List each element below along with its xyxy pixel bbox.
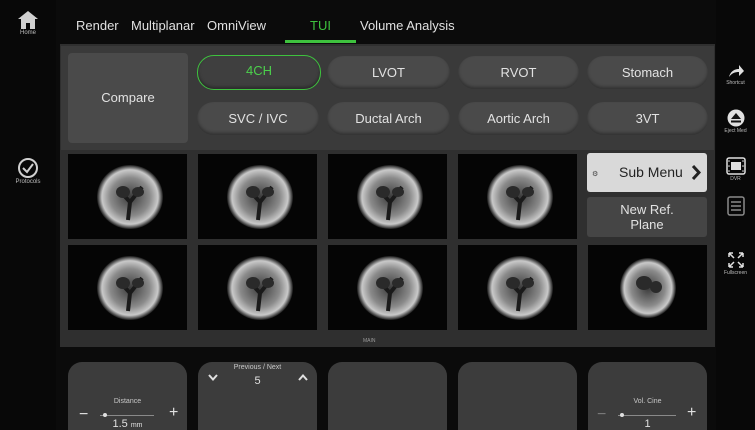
tab-render[interactable]: Render (76, 18, 119, 33)
plane-ductal-arch-button[interactable]: Ductal Arch (327, 102, 450, 135)
chevron-right-icon (691, 165, 701, 180)
fullscreen-button[interactable]: Fullscreen (716, 251, 755, 276)
main-label: MAIN (363, 338, 376, 344)
eject-icon (727, 109, 744, 127)
vol-cine-control[interactable]: Vol. Cine − + 1 (588, 362, 707, 430)
ultrasound-image[interactable] (68, 154, 187, 239)
active-tab-indicator (285, 40, 356, 43)
arrow-forward-icon (728, 65, 744, 77)
new-ref-plane-button[interactable]: New Ref. Plane (587, 197, 707, 237)
ultrasound-image[interactable] (198, 245, 317, 330)
sub-menu-label: Sub Menu (619, 164, 683, 180)
previous-next-control[interactable]: Previous / Next 5 (198, 362, 317, 430)
compare-button[interactable]: Compare (68, 53, 188, 143)
settings-icon: ⚙ (592, 171, 599, 178)
home-icon (18, 11, 38, 29)
shortcut-label: Shortcut (726, 80, 745, 86)
tab-multiplanar[interactable]: Multiplanar (131, 18, 195, 33)
fullscreen-label: Fullscreen (723, 270, 748, 276)
tab-omniview[interactable]: OmniView (207, 18, 266, 33)
distance-slider-track[interactable] (100, 415, 154, 416)
eject-button[interactable]: Eject Med (716, 109, 755, 134)
ultrasound-image[interactable] (588, 245, 707, 330)
ultrasound-image[interactable] (458, 245, 577, 330)
previous-next-label: Previous / Next (233, 364, 282, 371)
vol-cine-slider-track[interactable] (618, 415, 676, 416)
ultrasound-image[interactable] (328, 245, 447, 330)
sub-menu-button[interactable]: ⚙ Sub Menu (587, 153, 707, 192)
tab-volume-analysis[interactable]: Volume Analysis (360, 18, 455, 33)
ultrasound-image[interactable] (458, 154, 577, 239)
dvr-button[interactable]: DVR (716, 157, 755, 182)
film-icon (725, 157, 746, 175)
plane-aortic-arch-button[interactable]: Aortic Arch (458, 102, 579, 135)
right-rail: Shortcut Eject Med DVR Fullscreen (716, 0, 755, 430)
tgc-button[interactable] (716, 196, 755, 217)
plane-3vt-button[interactable]: 3VT (587, 102, 708, 135)
plane-stomach-button[interactable]: Stomach (587, 56, 708, 89)
tab-tui[interactable]: TUI (310, 18, 331, 33)
home-button[interactable]: Home (0, 10, 56, 36)
eject-label: Eject Med (724, 128, 747, 134)
empty-control-slot (328, 362, 447, 430)
home-label: Home (19, 30, 36, 36)
fullscreen-icon (727, 252, 744, 268)
protocols-button[interactable]: Protocols (0, 157, 56, 185)
plane-4ch-button[interactable]: 4CH (197, 55, 321, 90)
check-circle-icon (18, 158, 38, 178)
new-ref-line2: Plane (630, 217, 664, 232)
ultrasound-image[interactable] (68, 245, 187, 330)
plane-svc-ivc-button[interactable]: SVC / IVC (197, 102, 319, 135)
plane-rvot-button[interactable]: RVOT (458, 56, 579, 89)
vol-cine-value: 1 (644, 418, 651, 430)
distance-slider-thumb[interactable] (103, 413, 107, 417)
empty-control-slot (458, 362, 577, 430)
distance-control[interactable]: Distance − + 1.5 mm (68, 362, 187, 430)
ultrasound-image[interactable] (328, 154, 447, 239)
left-rail: Home Protocols (0, 0, 56, 430)
shortcut-button[interactable]: Shortcut (716, 63, 755, 86)
dvr-label: DVR (730, 176, 741, 182)
chevron-up-icon[interactable] (298, 374, 308, 381)
plane-lvot-button[interactable]: LVOT (327, 56, 450, 89)
sliders-icon (726, 196, 745, 216)
protocols-label: Protocols (15, 179, 41, 185)
new-ref-line1: New Ref. (620, 202, 674, 217)
ultrasound-image[interactable] (198, 154, 317, 239)
distance-value: 1.5 mm (112, 418, 143, 430)
vol-cine-slider-thumb[interactable] (620, 413, 624, 417)
